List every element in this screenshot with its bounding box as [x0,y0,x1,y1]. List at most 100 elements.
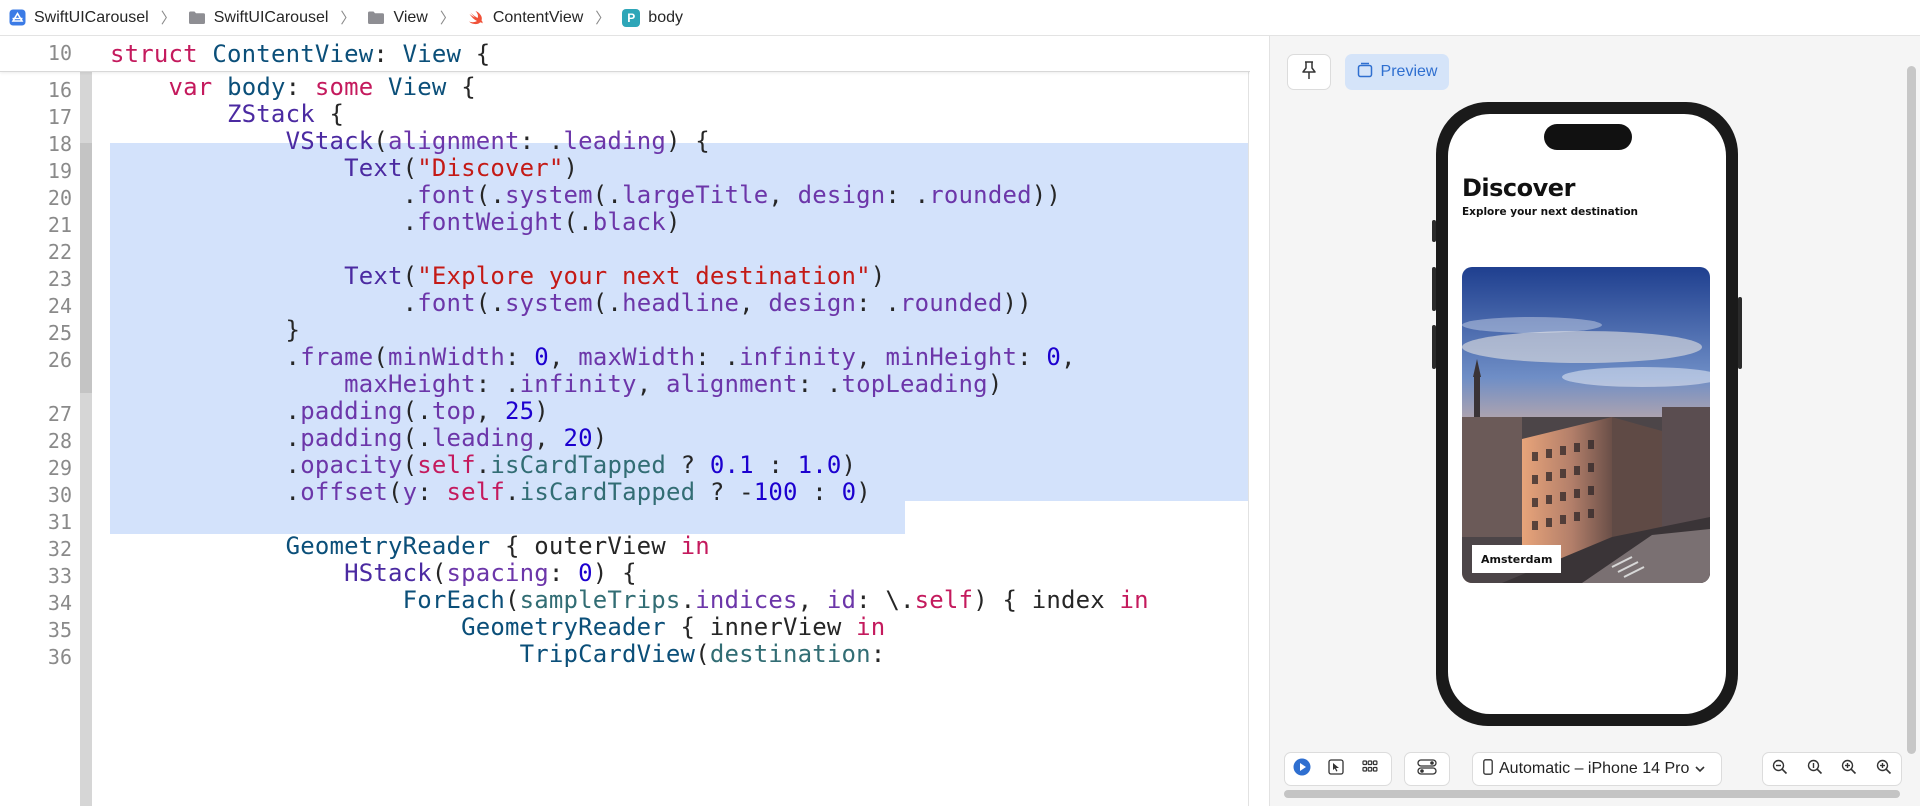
code-line[interactable]: .fontWeight(.black) [110,206,681,239]
device-screen[interactable]: Discover Explore your next destination A… [1448,114,1726,714]
code-token: ) { index [973,586,1120,614]
device-side-button [1432,220,1436,242]
line-number: 23 [47,267,72,291]
folder-icon [188,9,206,27]
code-token: 1.0 [797,451,842,479]
sticky-scope-header[interactable]: 10 struct ContentView: View { [0,36,1250,72]
zoom-actual-icon [1807,759,1823,780]
code-token: ( [387,478,403,506]
breadcrumb-item-view-folder[interactable]: View [367,0,428,36]
code-token: frame [300,343,374,371]
code-editor[interactable]: 10 struct ContentView: View { 16 var bod… [0,36,1250,806]
code-token: (. [475,181,506,209]
code-token: 20 [563,424,593,452]
code-token: , [548,343,579,371]
breadcrumb-item-project[interactable]: SwiftUICarousel [8,0,149,36]
device-side-button [1432,325,1436,369]
code-token: , [768,181,798,209]
code-token: ) [665,208,681,236]
device-settings-icon [1417,758,1437,780]
app-title: Discover [1462,174,1575,202]
breadcrumb-item-group[interactable]: SwiftUICarousel [188,0,328,36]
split-divider[interactable] [1248,36,1270,806]
breadcrumb-label: SwiftUICarousel [34,8,149,26]
pin-preview-button[interactable] [1287,54,1331,90]
line-number: 29 [47,456,72,480]
code-token: ( [402,154,418,182]
code-token: rounded [929,181,1032,209]
breadcrumb-item-file[interactable]: ContentView [467,0,583,36]
code-token: opacity [300,451,403,479]
sticky-code-line: struct ContentView: View { [110,38,490,71]
code-token: : . [519,127,564,155]
code-token: HStack [344,559,432,587]
zoom-in-icon [1841,759,1857,780]
line-number: 22 [47,240,72,264]
code-token: ) [856,478,871,506]
trip-card[interactable]: Amsterdam [1462,267,1710,583]
canvas-horizontal-scrollbar[interactable] [1284,788,1900,798]
code-token: padding [300,424,403,452]
code-token: Text [344,154,403,182]
canvas-vertical-scrollbar[interactable] [1907,66,1916,754]
code-token: 0.1 [709,451,754,479]
line-number: 18 [47,132,72,156]
code-token: spacing [446,559,549,587]
zoom-fit-button[interactable] [1869,753,1899,785]
device-settings-button[interactable] [1404,752,1450,786]
code-token: : [797,478,842,506]
selectable-mode-button[interactable] [1319,753,1353,785]
code-token: : [505,343,535,371]
code-token: black [592,208,666,236]
code-folding-ribbon-block[interactable] [80,143,92,393]
code-token: id [826,586,857,614]
zoom-in-button[interactable] [1834,753,1864,785]
code-token: design [768,289,857,317]
canvas-horizontal-scroll-thumb[interactable] [1284,790,1900,798]
code-token: , [1061,343,1076,371]
code-token: (. [402,397,432,425]
code-token: . [110,397,301,425]
code-token: font [417,289,476,317]
code-token: { outerView [490,532,681,560]
code-token: ( [402,262,418,290]
code-line[interactable]: TripCardView(destination: [110,638,886,671]
code-token: self [914,586,974,614]
code-token: infinity [519,370,637,398]
code-token: ( [431,559,447,587]
code-line[interactable]: .offset(y: self.isCardTapped ? -100 : 0) [110,476,871,509]
zoom-100-button[interactable] [1800,753,1830,785]
live-preview-button[interactable] [1285,753,1319,785]
device-frame: Discover Explore your next destination A… [1432,102,1742,726]
code-token: , [856,343,886,371]
breadcrumb-item-symbol[interactable]: P body [622,0,683,36]
code-token: )) [1031,181,1061,209]
zoom-out-button[interactable] [1765,753,1795,785]
code-token: var [168,73,213,101]
line-number: 33 [47,564,72,588]
code-token: { [461,40,491,68]
code-token: maxWidth [578,343,696,371]
code-token: . [505,478,520,506]
code-token: (. [402,424,432,452]
pin-icon [1300,60,1318,85]
code-token: alignment [665,370,798,398]
variants-button[interactable] [1353,753,1387,785]
code-token: . [680,586,696,614]
code-token: 100 [753,478,798,506]
code-token: : . [695,343,740,371]
device-selector[interactable]: Automatic – iPhone 14 Pro [1472,752,1722,786]
preview-mode-button[interactable]: Preview [1345,54,1449,90]
code-token: , [475,397,506,425]
code-token: : [285,73,315,101]
code-token: ) [987,370,1003,398]
code-token: ) [534,397,549,425]
code-token: . [110,451,301,479]
device-name: Automatic – iPhone 14 Pro [1499,760,1690,777]
